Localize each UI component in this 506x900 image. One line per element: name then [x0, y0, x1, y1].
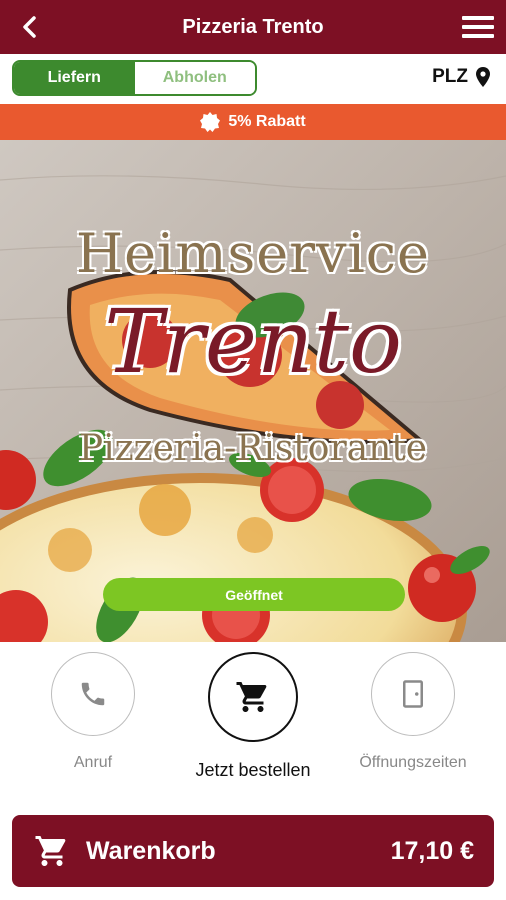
call-button[interactable]: Anruf — [23, 652, 163, 772]
badge-icon — [200, 112, 221, 132]
logo-heimservice: Heimservice — [76, 222, 430, 285]
cart-total: 17,10 € — [390, 836, 474, 865]
tab-abholen[interactable]: Abholen — [134, 62, 255, 94]
action-row: Anruf Jetzt bestellen Öffnungszeiten — [0, 642, 506, 802]
chevron-left-icon — [23, 16, 36, 38]
cart-icon — [236, 682, 267, 712]
map-pin-icon — [476, 67, 490, 87]
discount-text: 5% Rabatt — [228, 113, 306, 130]
phone-icon — [81, 682, 105, 706]
delivery-toggle: Liefern Abholen — [12, 60, 257, 96]
order-circle — [208, 652, 298, 742]
door-icon — [403, 680, 423, 708]
call-circle — [51, 652, 135, 736]
logo-trento: Trento — [104, 290, 402, 393]
page-title: Pizzeria Trento — [182, 15, 324, 38]
plz-label: PLZ — [432, 66, 468, 87]
cart-label: Warenkorb — [86, 836, 216, 865]
hamburger-menu-icon[interactable] — [460, 12, 496, 42]
status-badge: Geöffnet — [103, 578, 405, 611]
order-label: Jetzt bestellen — [195, 760, 311, 780]
cart-icon — [35, 836, 66, 866]
app-header: Pizzeria Trento — [0, 0, 506, 54]
cart-button[interactable]: Warenkorb 17,10 € — [12, 815, 494, 887]
plz-button[interactable]: PLZ — [432, 66, 490, 88]
order-now-button[interactable]: Jetzt bestellen — [183, 652, 323, 781]
hours-label: Öffnungszeiten — [359, 754, 467, 771]
tab-liefern[interactable]: Liefern — [14, 62, 135, 94]
logo-pizzeria-ristorante: Pizzeria-Ristorante — [78, 428, 428, 469]
hero-banner: Heimservice Trento Pizzeria-Ristorante G… — [0, 140, 506, 642]
hours-circle — [371, 652, 455, 736]
opening-hours-button[interactable]: Öffnungszeiten — [343, 652, 483, 772]
discount-banner: 5% Rabatt — [0, 104, 506, 140]
call-label: Anruf — [73, 754, 113, 771]
back-button[interactable] — [14, 12, 44, 42]
delivery-bar: Liefern Abholen PLZ — [0, 54, 506, 104]
